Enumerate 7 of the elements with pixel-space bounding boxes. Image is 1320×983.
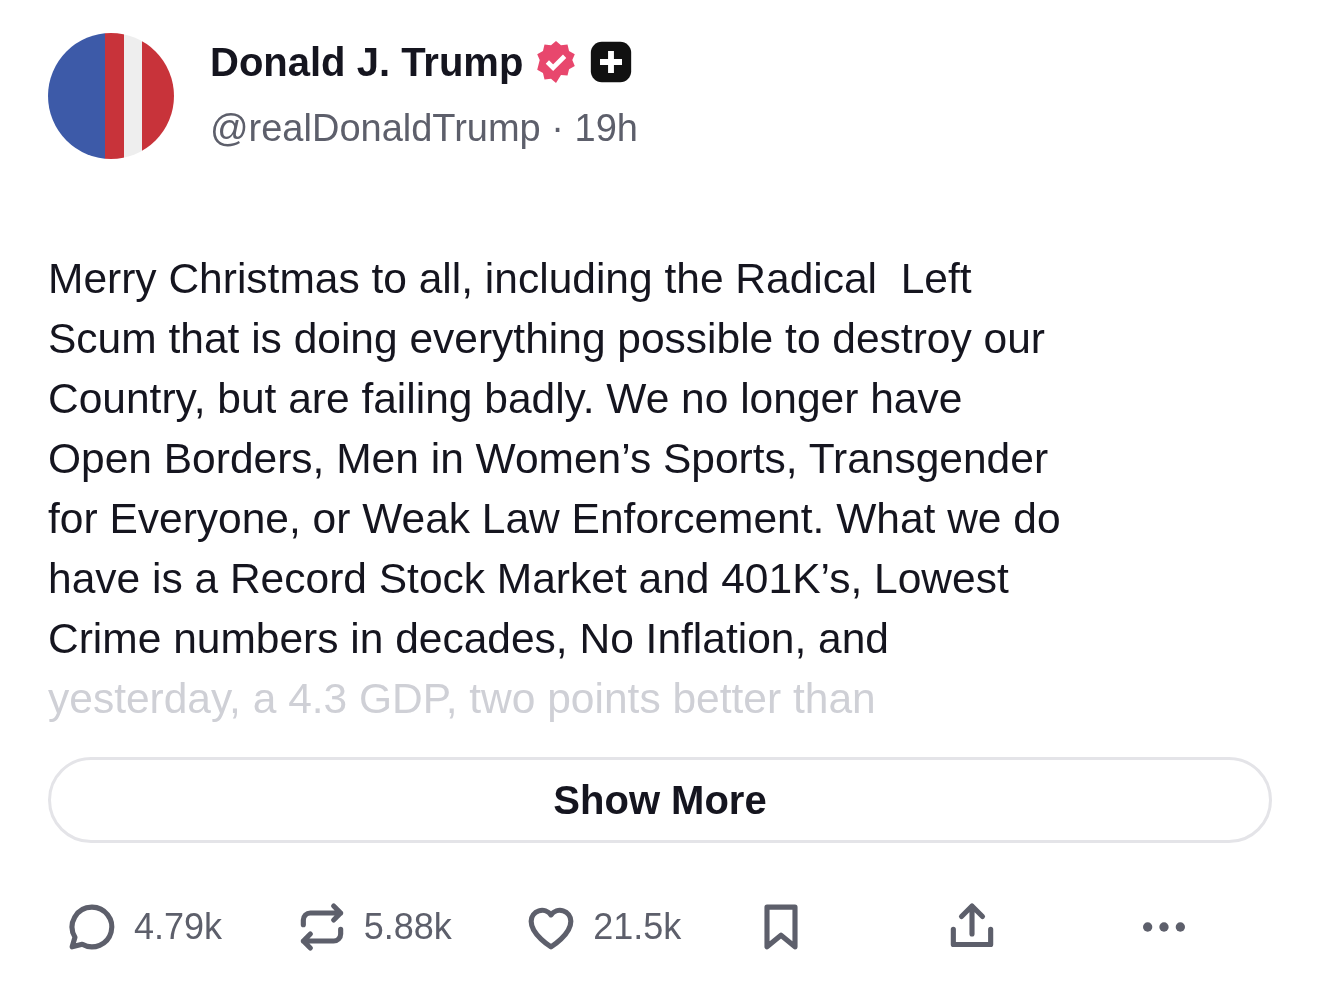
repost-count: 5.88k (363, 906, 452, 948)
handle-and-time: @realDonaldTrump · 19h (210, 107, 638, 150)
like-count: 21.5k (593, 906, 682, 948)
author-name[interactable]: Donald J. Trump (210, 39, 524, 85)
plus-square-icon (589, 40, 634, 84)
reply-count: 4.79k (134, 906, 223, 948)
show-more-button[interactable]: Show More (48, 757, 1272, 843)
